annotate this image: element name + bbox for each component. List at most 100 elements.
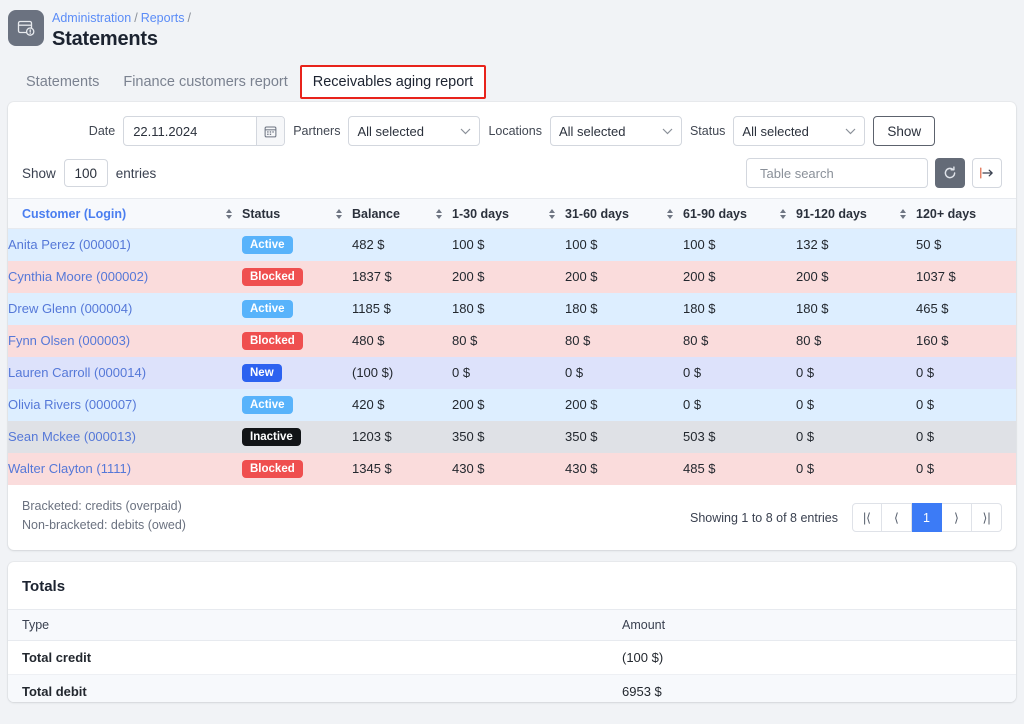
table-row[interactable]: Sean Mckee (000013)Inactive1203 $350 $35… bbox=[8, 421, 1016, 453]
cell-customer: Cynthia Moore (000002) bbox=[8, 261, 242, 293]
totals-cell-type: Total credit bbox=[8, 641, 608, 675]
table-tools bbox=[746, 158, 1002, 188]
partners-value: All selected bbox=[357, 124, 423, 139]
cell-customer: Walter Clayton (1111) bbox=[8, 453, 242, 485]
table-controls: Show entries bbox=[8, 152, 1016, 198]
customer-link[interactable]: Olivia Rivers (000007) bbox=[8, 397, 137, 412]
cell-status: New bbox=[242, 357, 352, 389]
show-entries-group: Show entries bbox=[22, 159, 156, 187]
col-header-status[interactable]: Status bbox=[242, 199, 352, 229]
locations-value: All selected bbox=[559, 124, 625, 139]
calendar-icon[interactable] bbox=[256, 117, 284, 145]
breadcrumb-sep: / bbox=[187, 11, 190, 25]
cell-status: Active bbox=[242, 293, 352, 325]
sort-icon[interactable] bbox=[225, 209, 232, 219]
customer-link[interactable]: Anita Perez (000001) bbox=[8, 237, 131, 252]
pagination-first[interactable]: |⟨ bbox=[852, 503, 882, 532]
cell-91-120-days: 180 $ bbox=[796, 293, 916, 325]
status-badge: Active bbox=[242, 396, 293, 414]
col-header-label: 91-120 days bbox=[796, 207, 867, 221]
table-row[interactable]: Fynn Olsen (000003)Blocked480 $80 $80 $8… bbox=[8, 325, 1016, 357]
refresh-icon[interactable] bbox=[935, 158, 965, 188]
cell-customer: Lauren Carroll (000014) bbox=[8, 357, 242, 389]
page-root: Administration/Reports/ Statements State… bbox=[0, 0, 1024, 724]
pagination: |⟨ ⟨ 1 ⟩ ⟩| bbox=[852, 503, 1002, 532]
status-badge: Active bbox=[242, 300, 293, 318]
tab-finance-customers-report[interactable]: Finance customers report bbox=[111, 66, 299, 98]
cell-1-30-days: 350 $ bbox=[452, 421, 565, 453]
entries-input[interactable] bbox=[64, 159, 108, 187]
pagination-page-1[interactable]: 1 bbox=[912, 503, 942, 532]
pagination-next[interactable]: ⟩ bbox=[942, 503, 972, 532]
cell-1-30-days: 430 $ bbox=[452, 453, 565, 485]
cell-61-90-days: 100 $ bbox=[683, 229, 796, 261]
show-button[interactable]: Show bbox=[873, 116, 935, 146]
cell-status: Blocked bbox=[242, 325, 352, 357]
sort-icon[interactable] bbox=[779, 209, 786, 219]
cell-120-plus-days: 50 $ bbox=[916, 229, 1016, 261]
breadcrumb-item-administration[interactable]: Administration bbox=[52, 11, 131, 25]
table-row[interactable]: Lauren Carroll (000014)New(100 $)0 $0 $0… bbox=[8, 357, 1016, 389]
partners-select[interactable]: All selected bbox=[348, 116, 480, 146]
cell-31-60-days: 180 $ bbox=[565, 293, 683, 325]
cell-status: Active bbox=[242, 229, 352, 261]
table-row[interactable]: Drew Glenn (000004)Active1185 $180 $180 … bbox=[8, 293, 1016, 325]
cell-balance: 480 $ bbox=[352, 325, 452, 357]
sort-icon[interactable] bbox=[899, 209, 906, 219]
pagination-last[interactable]: ⟩| bbox=[972, 503, 1002, 532]
status-select[interactable]: All selected bbox=[733, 116, 865, 146]
col-header-1-30-days[interactable]: 1-30 days bbox=[452, 199, 565, 229]
col-header-61-90-days[interactable]: 61-90 days bbox=[683, 199, 796, 229]
table-row[interactable]: Anita Perez (000001)Active482 $100 $100 … bbox=[8, 229, 1016, 261]
col-header-label: 31-60 days bbox=[565, 207, 629, 221]
customer-link[interactable]: Cynthia Moore (000002) bbox=[8, 269, 148, 284]
table-body: Anita Perez (000001)Active482 $100 $100 … bbox=[8, 229, 1016, 485]
col-header-91-120-days[interactable]: 91-120 days bbox=[796, 199, 916, 229]
table-row[interactable]: Olivia Rivers (000007)Active420 $200 $20… bbox=[8, 389, 1016, 421]
cell-91-120-days: 80 $ bbox=[796, 325, 916, 357]
sort-icon[interactable] bbox=[435, 209, 442, 219]
col-header-31-60-days[interactable]: 31-60 days bbox=[565, 199, 683, 229]
cell-31-60-days: 430 $ bbox=[565, 453, 683, 485]
table-row[interactable]: Walter Clayton (1111)Blocked1345 $430 $4… bbox=[8, 453, 1016, 485]
cell-120-plus-days: 1037 $ bbox=[916, 261, 1016, 293]
date-field[interactable]: 22.11.2024 bbox=[123, 116, 285, 146]
customer-link[interactable]: Lauren Carroll (000014) bbox=[8, 365, 146, 380]
customer-link[interactable]: Drew Glenn (000004) bbox=[8, 301, 132, 316]
totals-panel: Totals Type Amount Total credit(100 $)To… bbox=[8, 562, 1016, 702]
col-header-120-plus-days[interactable]: 120+ days bbox=[916, 199, 1016, 229]
cell-status: Active bbox=[242, 389, 352, 421]
sort-icon[interactable] bbox=[335, 209, 342, 219]
sort-icon[interactable] bbox=[548, 209, 555, 219]
cell-balance: (100 $) bbox=[352, 357, 452, 389]
col-header-label: Status bbox=[242, 207, 280, 221]
tab-statements[interactable]: Statements bbox=[14, 66, 111, 98]
tab-bar: Statements Finance customers report Rece… bbox=[0, 62, 1024, 102]
sort-icon[interactable] bbox=[1015, 209, 1016, 219]
totals-title: Totals bbox=[8, 562, 1016, 609]
pagination-prev[interactable]: ⟨ bbox=[882, 503, 912, 532]
cell-61-90-days: 485 $ bbox=[683, 453, 796, 485]
customer-link[interactable]: Sean Mckee (000013) bbox=[8, 429, 136, 444]
cell-120-plus-days: 0 $ bbox=[916, 389, 1016, 421]
totals-header-row: Type Amount bbox=[8, 610, 1016, 641]
col-header-customer[interactable]: Customer (Login) bbox=[8, 199, 242, 229]
expand-right-icon[interactable] bbox=[972, 158, 1002, 188]
totals-cell-amount: 6953 $ bbox=[608, 675, 1016, 703]
tab-receivables-aging-report[interactable]: Receivables aging report bbox=[300, 65, 486, 99]
status-value: All selected bbox=[742, 124, 808, 139]
status-badge: New bbox=[242, 364, 282, 382]
customer-link[interactable]: Fynn Olsen (000003) bbox=[8, 333, 130, 348]
sort-icon[interactable] bbox=[666, 209, 673, 219]
customer-link[interactable]: Walter Clayton (1111) bbox=[8, 461, 131, 476]
table-search-box[interactable] bbox=[746, 158, 928, 188]
col-header-balance[interactable]: Balance bbox=[352, 199, 452, 229]
table-row[interactable]: Cynthia Moore (000002)Blocked1837 $200 $… bbox=[8, 261, 1016, 293]
breadcrumb-item-reports[interactable]: Reports bbox=[141, 11, 185, 25]
search-input[interactable] bbox=[758, 165, 938, 182]
cell-status: Inactive bbox=[242, 421, 352, 453]
locations-select[interactable]: All selected bbox=[550, 116, 682, 146]
col-header-label: 61-90 days bbox=[683, 207, 747, 221]
status-badge: Blocked bbox=[242, 332, 303, 350]
cell-customer: Fynn Olsen (000003) bbox=[8, 325, 242, 357]
